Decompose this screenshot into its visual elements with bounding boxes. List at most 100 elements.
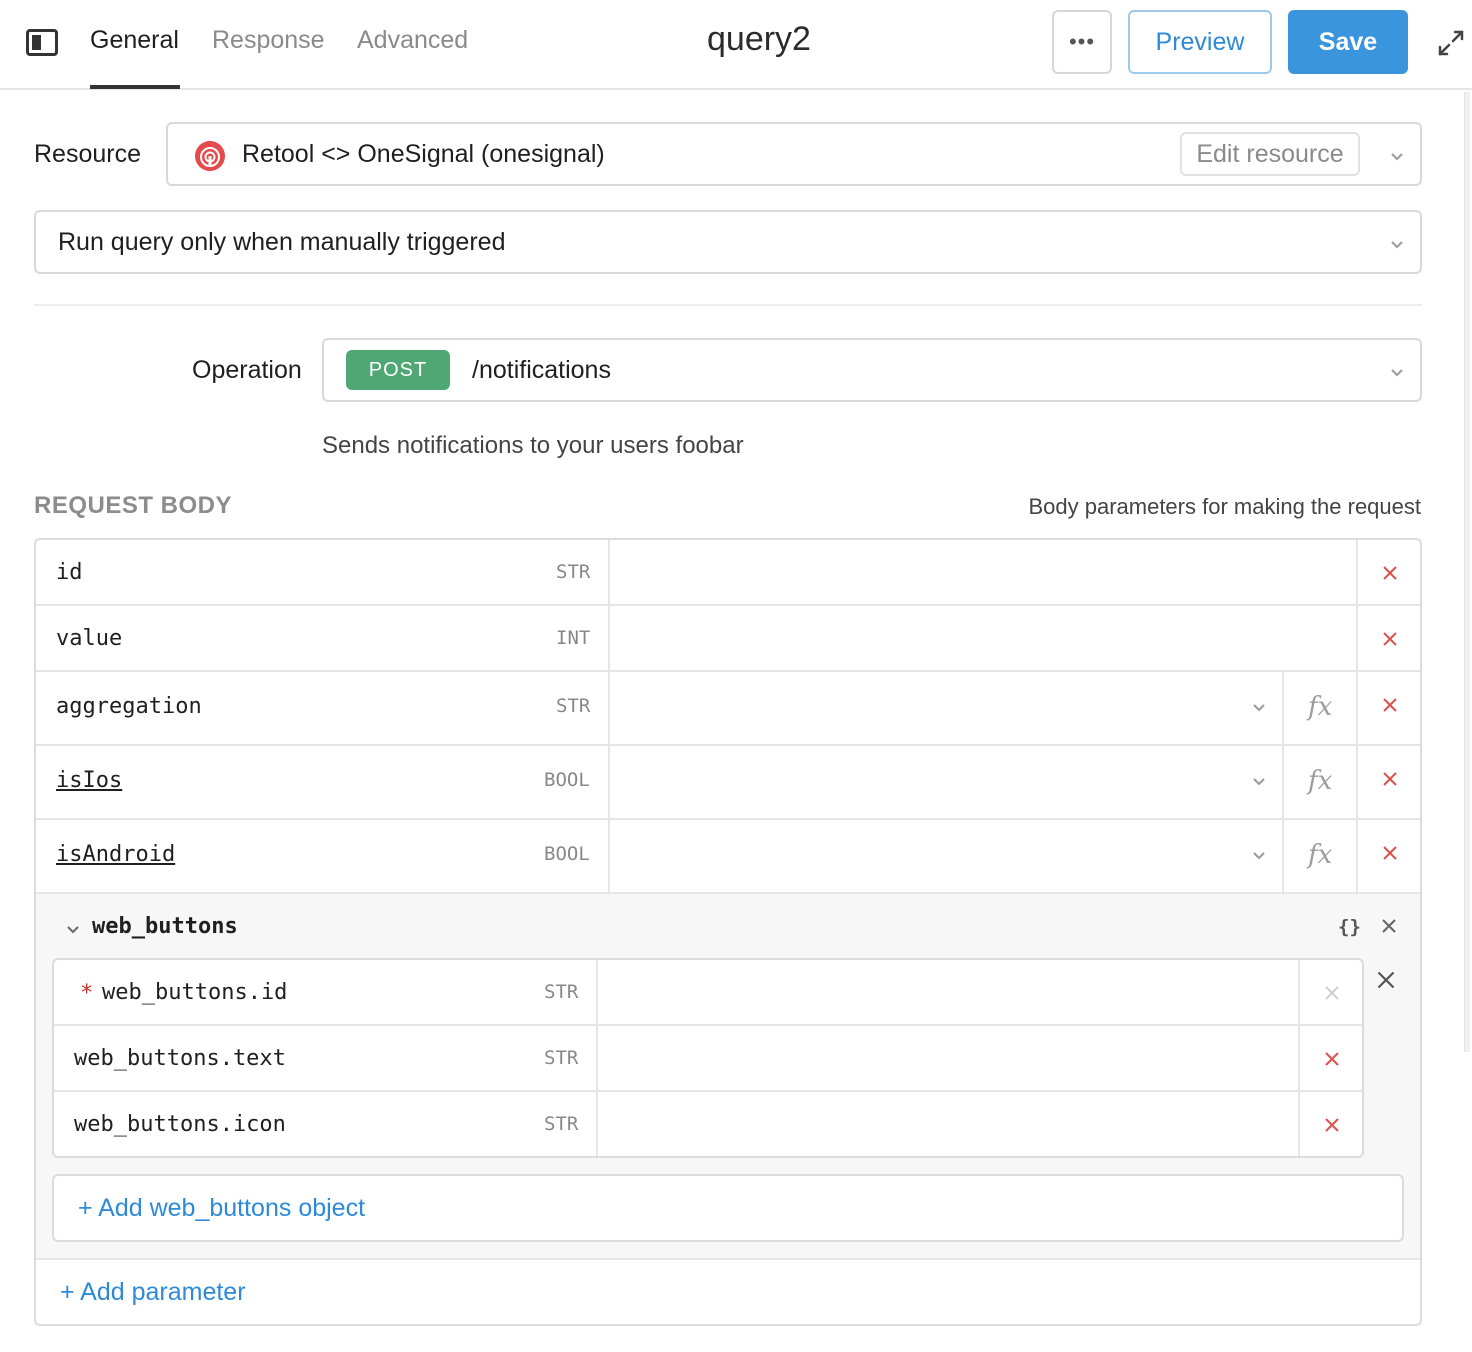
param-value-input[interactable] xyxy=(610,606,1356,670)
delete-field-icon[interactable] xyxy=(1324,1051,1340,1067)
param-name: isAndroid xyxy=(56,842,176,867)
param-name: web_buttons.text xyxy=(74,1046,286,1071)
operation-path: /notifications xyxy=(472,356,611,384)
preview-button[interactable]: Preview xyxy=(1128,10,1272,74)
save-button[interactable]: Save xyxy=(1288,10,1408,74)
table-row: id STR xyxy=(36,540,1420,606)
request-body-hint: Body parameters for making the request xyxy=(1028,494,1421,519)
add-web-buttons-object-button[interactable]: + Add web_buttons object xyxy=(52,1174,1404,1242)
column-divider xyxy=(1356,820,1358,892)
param-type: STR xyxy=(556,695,591,717)
column-divider xyxy=(1298,1026,1300,1090)
param-type: STR xyxy=(556,561,591,583)
add-parameter-label: + Add parameter xyxy=(60,1278,246,1306)
param-name: web_buttons.id xyxy=(102,980,288,1005)
request-body-table: id STR value INT aggregation STR fx isIo… xyxy=(34,538,1422,1326)
delete-param-icon[interactable] xyxy=(1382,845,1398,861)
param-value-input[interactable] xyxy=(610,540,1356,604)
delete-param-icon[interactable] xyxy=(1382,565,1398,581)
query-title[interactable]: query2 xyxy=(707,20,811,59)
edit-resource-button[interactable]: Edit resource xyxy=(1180,132,1360,176)
param-type: BOOL xyxy=(544,843,590,865)
table-row: * web_buttons.id STR xyxy=(54,960,1362,1026)
required-marker: * xyxy=(80,981,94,1006)
delete-param-icon[interactable] xyxy=(1382,631,1398,647)
param-name: isIos xyxy=(56,768,123,793)
table-row: web_buttons.text STR xyxy=(54,1026,1362,1092)
param-name: id xyxy=(56,560,83,585)
onesignal-logo-icon xyxy=(195,141,225,171)
tab-response[interactable]: Response xyxy=(212,26,325,55)
table-row: web_buttons.icon STR xyxy=(54,1092,1362,1156)
column-divider xyxy=(1298,960,1300,1024)
column-divider xyxy=(1282,820,1284,892)
resource-select[interactable]: Retool <> OneSignal (onesignal) Edit res… xyxy=(166,122,1422,186)
chevron-down-icon xyxy=(1391,153,1403,161)
expand-icon[interactable] xyxy=(1436,28,1466,58)
web-buttons-group: web_buttons {} * web_buttons.id STR web_… xyxy=(36,894,1420,1260)
chevron-down-icon xyxy=(1253,704,1265,712)
delete-param-icon[interactable] xyxy=(1382,697,1398,713)
fx-icon[interactable]: fx xyxy=(1308,692,1332,722)
param-type: STR xyxy=(544,1047,579,1069)
operation-description: Sends notifications to your users foobar xyxy=(322,432,744,459)
operation-select[interactable]: POST /notifications xyxy=(322,338,1422,402)
chevron-down-icon xyxy=(1391,241,1403,249)
column-divider xyxy=(1298,1092,1300,1156)
delete-field-icon[interactable] xyxy=(1324,1117,1340,1133)
group-name: web_buttons xyxy=(92,914,238,939)
param-value-input[interactable] xyxy=(598,960,1298,1024)
request-body-title: REQUEST BODY xyxy=(34,492,233,519)
delete-field-icon xyxy=(1325,986,1339,1000)
tab-general[interactable]: General xyxy=(90,26,179,55)
query-editor-header: General Response Advanced query2 ••• Pre… xyxy=(0,0,1472,90)
add-parameter-button[interactable]: + Add parameter xyxy=(36,1260,1420,1324)
column-divider xyxy=(1356,540,1358,604)
param-value-select[interactable] xyxy=(610,746,1282,818)
run-trigger-select[interactable]: Run query only when manually triggered xyxy=(34,210,1422,274)
delete-param-icon[interactable] xyxy=(1382,771,1398,787)
sidebar-toggle-icon[interactable] xyxy=(26,29,58,56)
column-divider xyxy=(1356,746,1358,818)
column-divider xyxy=(1356,672,1358,744)
run-trigger-value: Run query only when manually triggered xyxy=(58,228,506,256)
chevron-down-icon xyxy=(1253,852,1265,860)
column-divider xyxy=(1282,672,1284,744)
method-badge: POST xyxy=(346,350,450,390)
param-name: aggregation xyxy=(56,694,202,719)
param-value-input[interactable] xyxy=(598,1092,1298,1156)
resource-name: Retool <> OneSignal (onesignal) xyxy=(242,140,605,168)
param-type: STR xyxy=(544,1113,579,1135)
fx-icon[interactable]: fx xyxy=(1308,840,1332,870)
param-name: value xyxy=(56,626,123,651)
add-object-label: + Add web_buttons object xyxy=(78,1194,366,1222)
param-type: STR xyxy=(544,981,579,1003)
active-tab-indicator xyxy=(90,85,180,89)
divider xyxy=(34,304,1422,306)
param-type: INT xyxy=(556,627,591,649)
more-options-button[interactable]: ••• xyxy=(1052,10,1112,74)
scrollbar[interactable] xyxy=(1464,92,1470,1052)
param-value-input[interactable] xyxy=(598,1026,1298,1090)
param-value-select[interactable] xyxy=(610,672,1282,744)
json-braces-icon[interactable]: {} xyxy=(1338,916,1361,938)
chevron-down-icon xyxy=(1253,778,1265,786)
table-row: isAndroid BOOL fx xyxy=(36,820,1420,894)
remove-object-icon[interactable] xyxy=(1376,970,1396,990)
table-row: isIos BOOL fx xyxy=(36,746,1420,820)
param-type: BOOL xyxy=(544,769,590,791)
param-value-select[interactable] xyxy=(610,820,1282,892)
table-row: aggregation STR fx xyxy=(36,672,1420,746)
fx-icon[interactable]: fx xyxy=(1308,766,1332,796)
param-name: web_buttons.icon xyxy=(74,1112,286,1137)
chevron-down-icon[interactable] xyxy=(66,922,80,936)
tab-advanced[interactable]: Advanced xyxy=(357,26,468,55)
operation-label: Operation xyxy=(192,356,302,384)
remove-group-icon[interactable] xyxy=(1381,918,1397,934)
column-divider xyxy=(1282,746,1284,818)
table-row: value INT xyxy=(36,606,1420,672)
web-buttons-object: * web_buttons.id STR web_buttons.text ST… xyxy=(52,958,1364,1158)
resource-label: Resource xyxy=(34,140,141,168)
column-divider xyxy=(1356,606,1358,670)
chevron-down-icon xyxy=(1391,369,1403,377)
